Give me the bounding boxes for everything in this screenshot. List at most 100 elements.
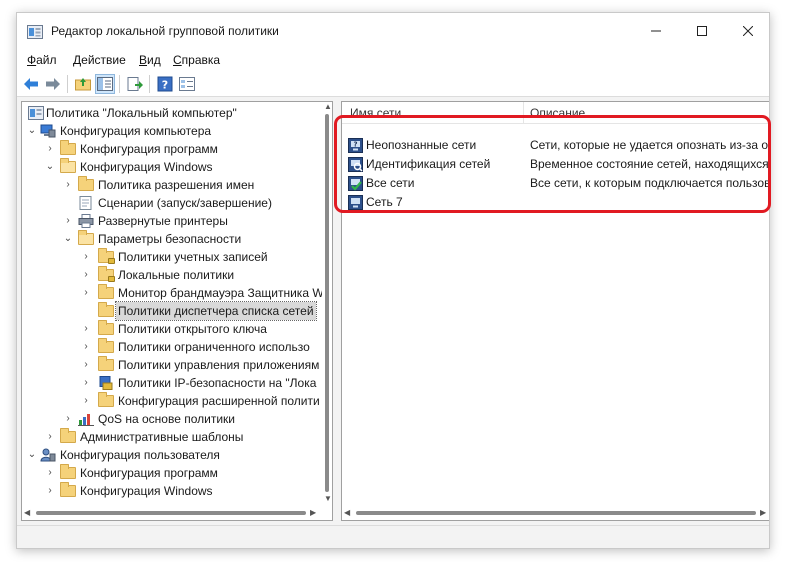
svg-text:?: ? [162, 79, 168, 92]
chevron-right-icon[interactable]: › [62, 212, 74, 230]
network-description: Все сети, к которым подключается пользов [530, 176, 770, 190]
chevron-down-icon[interactable]: ⌄ [44, 158, 56, 176]
up-folder-icon [75, 78, 91, 91]
tree-item-label: Политика "Локальный компьютер" [46, 106, 237, 120]
list-item-all-networks[interactable]: Все сети Все сети, к которым подключаетс… [342, 174, 770, 193]
folder-icon [60, 140, 76, 156]
show-hide-tree-button[interactable] [95, 74, 115, 94]
folder-icon [78, 176, 94, 192]
chevron-down-icon[interactable]: ⌄ [26, 122, 38, 140]
tree-item-label: Политики управления приложениям [118, 358, 320, 372]
tree-horizontal-scrollbar[interactable]: ◀ ▶ [22, 506, 322, 520]
tree-item-label: Конфигурация пользователя [60, 448, 220, 462]
back-button[interactable] [21, 74, 41, 94]
network-name: Сеть 7 [366, 195, 403, 209]
details-horizontal-scrollbar[interactable]: ◀ ▶ [342, 506, 769, 520]
gpedit-app-icon [27, 25, 43, 39]
all-networks-icon [348, 176, 363, 191]
folder-icon [98, 338, 114, 354]
scroll-down-icon[interactable]: ▼ [324, 494, 332, 503]
maximize-button[interactable] [679, 13, 725, 49]
network-name: Идентификация сетей [366, 157, 491, 171]
close-button[interactable] [725, 13, 769, 49]
chevron-right-icon[interactable]: › [80, 356, 92, 374]
minimize-button[interactable] [633, 13, 679, 49]
title-bar[interactable]: Редактор локальной групповой политики [17, 13, 769, 49]
forward-arrow-icon [46, 78, 60, 90]
chevron-right-icon[interactable]: › [44, 482, 56, 500]
chevron-right-icon[interactable]: › [62, 176, 74, 194]
forward-button[interactable] [43, 74, 63, 94]
chevron-right-icon[interactable]: › [80, 374, 92, 392]
help-icon: ? [157, 76, 173, 92]
chevron-right-icon[interactable]: › [44, 464, 56, 482]
scroll-right-icon[interactable]: ▶ [310, 508, 316, 517]
details-pane[interactable]: Имя сети Описание ? Неопознанные сети Се… [341, 101, 770, 521]
network-name: Неопознанные сети [366, 138, 477, 152]
console-tree-pane[interactable]: Политика "Локальный компьютер" ⌄ Конфигу… [21, 101, 333, 521]
column-divider[interactable] [523, 102, 524, 124]
chevron-right-icon[interactable]: › [80, 266, 92, 284]
tree-vertical-scroll-thumb[interactable] [325, 114, 329, 492]
up-one-level-button[interactable] [73, 74, 93, 94]
scroll-left-icon[interactable]: ◀ [24, 508, 30, 517]
tree-item-label: Конфигурация компьютера [60, 124, 212, 138]
column-header-description[interactable]: Описание [530, 106, 585, 120]
menu-action[interactable]: Действие [73, 53, 126, 67]
folder-icon [98, 356, 114, 372]
folder-icon [98, 302, 114, 318]
ip-security-icon [99, 376, 113, 390]
chevron-right-icon[interactable]: › [80, 320, 92, 338]
folder-lock-icon [98, 248, 115, 264]
folder-icon [60, 464, 76, 480]
scroll-up-icon[interactable]: ▲ [324, 102, 332, 111]
tree-item-label: Сценарии (запуск/завершение) [98, 196, 272, 210]
help-button[interactable]: ? [155, 74, 175, 94]
tree-item-label: Административные шаблоны [80, 430, 244, 444]
list-item-unidentified-networks[interactable]: ? Неопознанные сети Сети, которые не уда… [342, 136, 770, 155]
chevron-right-icon[interactable]: › [80, 392, 92, 410]
properties-button[interactable] [177, 74, 197, 94]
tree-item-label: Параметры безопасности [98, 232, 242, 246]
network-description: Сети, которые не удается опознать из-за … [530, 138, 770, 152]
chevron-down-icon[interactable]: ⌄ [62, 230, 74, 248]
folder-open-icon [60, 158, 76, 174]
export-list-button[interactable] [125, 74, 145, 94]
chevron-right-icon[interactable]: › [80, 338, 92, 356]
policy-icon [28, 106, 44, 120]
minimize-icon [651, 30, 661, 32]
window-title: Редактор локальной групповой политики [51, 24, 279, 38]
identifying-network-icon [348, 157, 363, 172]
chevron-right-icon[interactable]: › [80, 248, 92, 266]
scroll-left-icon[interactable]: ◀ [344, 508, 350, 517]
tree-item-label: Политики учетных записей [118, 250, 268, 264]
scroll-right-icon[interactable]: ▶ [760, 508, 766, 517]
gpedit-window: Редактор локальной групповой политики Фа… [16, 12, 770, 549]
status-bar [17, 525, 769, 548]
tree-item-label: Политики IP-безопасности на "Лока [118, 376, 317, 390]
toolbar: ? [17, 71, 769, 97]
chevron-right-icon[interactable]: › [62, 410, 74, 428]
tree-item-label: Политики открытого ключа [118, 322, 267, 336]
menu-file[interactable]: Файл [27, 53, 57, 67]
folder-lock-icon [98, 266, 115, 282]
chevron-right-icon[interactable]: › [44, 140, 56, 158]
tree-item-label: Локальные политики [118, 268, 235, 282]
chevron-right-icon[interactable]: › [44, 428, 56, 446]
computer-icon [40, 124, 56, 138]
user-config-icon [40, 448, 56, 462]
folder-icon [98, 284, 114, 300]
list-item-network-7[interactable]: Сеть 7 [342, 193, 769, 212]
menu-help[interactable]: Справка [173, 53, 220, 67]
details-horizontal-scroll-thumb[interactable] [356, 511, 756, 515]
menu-view[interactable]: Вид [139, 53, 161, 67]
tree-vertical-scrollbar[interactable]: ▲ ▼ [322, 102, 332, 506]
tree-item-label: Конфигурация расширенной полити [118, 394, 320, 408]
list-item-identifying-networks[interactable]: Идентификация сетей Временное состояние … [342, 155, 769, 174]
folder-icon [98, 392, 114, 408]
network-name: Все сети [366, 176, 415, 190]
column-header-network-name[interactable]: Имя сети [350, 106, 401, 120]
chevron-right-icon[interactable]: › [80, 284, 92, 302]
tree-horizontal-scroll-thumb[interactable] [36, 511, 306, 515]
chevron-down-icon[interactable]: ⌄ [26, 446, 38, 464]
